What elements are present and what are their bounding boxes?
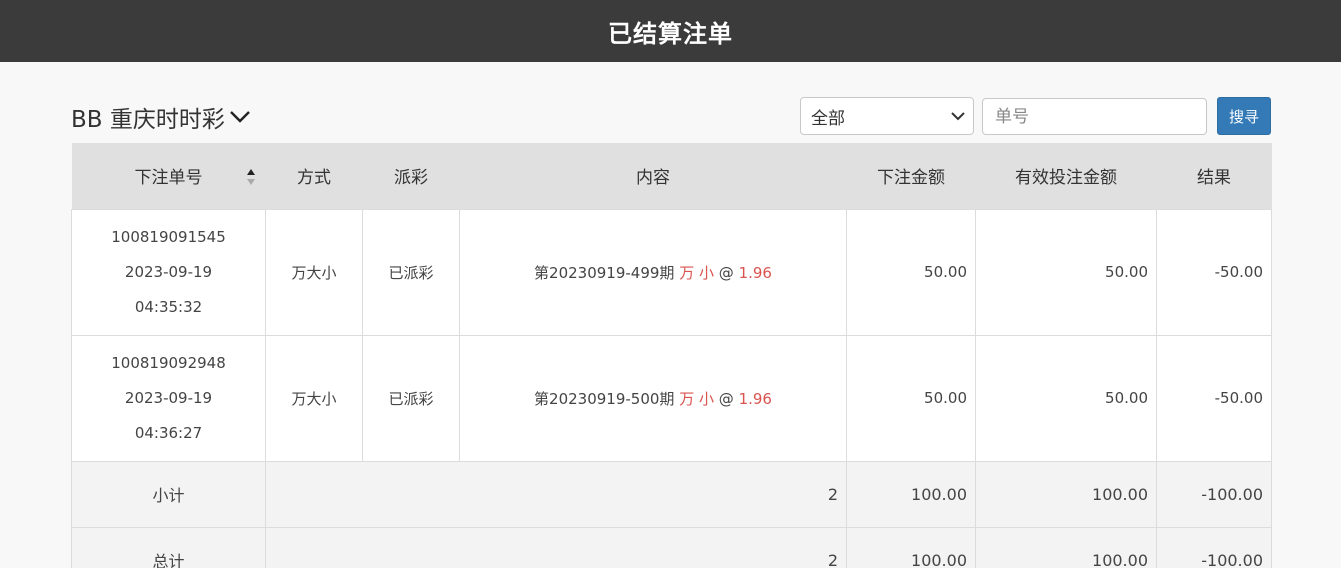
order-time: 04:35:32 xyxy=(134,297,203,316)
column-header-amount: 下注金额 xyxy=(846,143,976,209)
subtotal-valid-amount: 100.00 xyxy=(975,460,1157,528)
result-cell: -50.00 xyxy=(1156,334,1272,462)
content-at: @ xyxy=(718,389,734,408)
column-header-content: 内容 xyxy=(459,143,847,209)
total-result: -100.00 xyxy=(1156,526,1272,568)
column-header-valid-amount: 有效投注金额 xyxy=(975,143,1157,209)
order-number-input[interactable] xyxy=(982,98,1207,135)
result-cell: -50.00 xyxy=(1156,208,1272,336)
game-selector[interactable]: BB 重庆时时彩 xyxy=(71,100,251,134)
sort-icon xyxy=(246,169,255,185)
total-row: 总计 2 100.00 100.00 -100.00 xyxy=(71,526,1272,568)
content-odds: 1.96 xyxy=(738,263,772,282)
status-filter-select[interactable]: 全部 xyxy=(800,97,974,135)
valid-amount-cell: 50.00 xyxy=(975,208,1157,336)
subtotal-count: 2 xyxy=(265,460,847,528)
content-pick: 万 小 xyxy=(679,263,714,282)
content-at: @ xyxy=(718,263,734,282)
order-number: 100819092948 xyxy=(111,353,226,372)
game-title: BB 重庆时时彩 xyxy=(71,107,225,133)
order-date: 2023-09-19 xyxy=(124,262,213,281)
content-period: 第20230919-500期 xyxy=(534,389,675,408)
table-row: 100819091545 2023-09-19 04:35:32 万大小 已派彩… xyxy=(71,208,1272,336)
order-number: 100819091545 xyxy=(111,227,226,246)
search-button[interactable]: 搜寻 xyxy=(1217,97,1271,135)
method-cell: 万大小 xyxy=(265,334,363,462)
page-title: 已结算注单 xyxy=(608,19,733,48)
table-row: 100819092948 2023-09-19 04:36:27 万大小 已派彩… xyxy=(71,334,1272,462)
total-label: 总计 xyxy=(71,526,266,568)
chevron-down-icon xyxy=(230,111,250,123)
subtotal-label: 小计 xyxy=(71,460,266,528)
total-valid-amount: 100.00 xyxy=(975,526,1157,568)
content-cell: 第20230919-499期 万 小 @ 1.96 xyxy=(459,208,847,336)
column-header-payout: 派彩 xyxy=(362,143,460,209)
column-header-result: 结果 xyxy=(1156,143,1272,209)
amount-cell: 50.00 xyxy=(846,334,976,462)
chevron-down-icon xyxy=(951,112,965,121)
status-filter-value: 全部 xyxy=(811,108,845,129)
subtotal-result: -100.00 xyxy=(1156,460,1272,528)
total-count: 2 xyxy=(265,526,847,568)
amount-cell: 50.00 xyxy=(846,208,976,336)
order-date: 2023-09-19 xyxy=(124,388,213,407)
valid-amount-cell: 50.00 xyxy=(975,334,1157,462)
order-time: 04:36:27 xyxy=(134,423,203,442)
page-header: 已结算注单 xyxy=(0,0,1341,62)
content-cell: 第20230919-500期 万 小 @ 1.96 xyxy=(459,334,847,462)
table-header-row: 下注单号 方式 派彩 内容 下注金额 有效投注金额 结果 xyxy=(71,143,1272,209)
order-cell: 100819092948 2023-09-19 04:36:27 xyxy=(71,334,266,462)
total-amount: 100.00 xyxy=(846,526,976,568)
subtotal-amount: 100.00 xyxy=(846,460,976,528)
column-header-order-no[interactable]: 下注单号 xyxy=(71,143,266,209)
content-period: 第20230919-499期 xyxy=(534,263,675,282)
payout-cell: 已派彩 xyxy=(362,208,460,336)
subtotal-row: 小计 2 100.00 100.00 -100.00 xyxy=(71,460,1272,528)
payout-cell: 已派彩 xyxy=(362,334,460,462)
order-cell: 100819091545 2023-09-19 04:35:32 xyxy=(71,208,266,336)
column-header-method: 方式 xyxy=(265,143,363,209)
bets-table: 下注单号 方式 派彩 内容 下注金额 有效投注金额 结果 10081909154… xyxy=(71,143,1272,568)
content-odds: 1.96 xyxy=(738,389,772,408)
content-pick: 万 小 xyxy=(679,389,714,408)
method-cell: 万大小 xyxy=(265,208,363,336)
